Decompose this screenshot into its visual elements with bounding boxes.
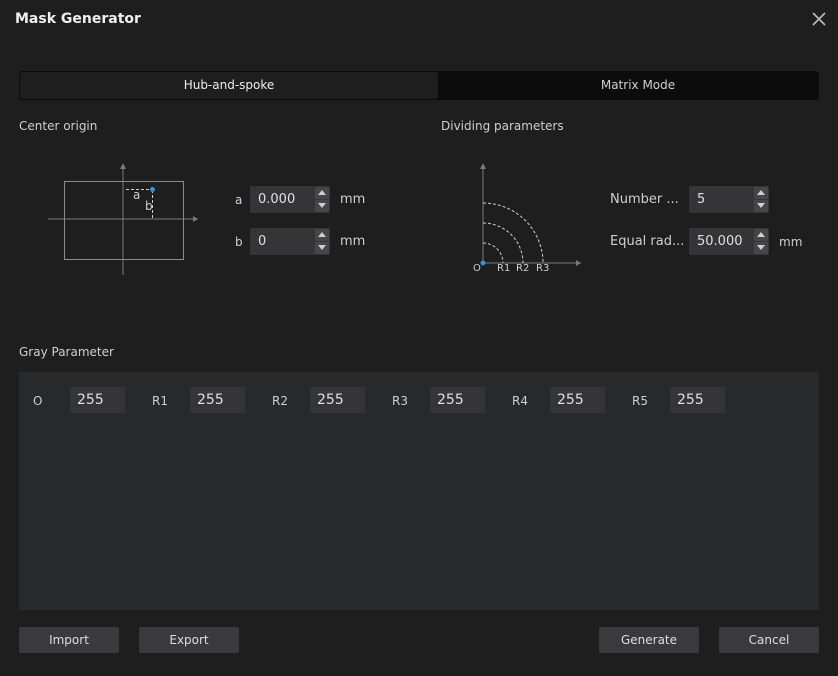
dividing-parameters-label: Dividing parameters [441,119,564,133]
equal-radius-label: Equal rad... [610,234,685,249]
equal-radius-increment-icon[interactable] [754,229,768,241]
number-decrement-icon[interactable] [754,200,768,212]
generate-button[interactable]: Generate [599,627,699,653]
gray-field-o[interactable]: 255 [70,387,125,413]
gray-field-r4[interactable]: 255 [550,387,605,413]
a-spinbox[interactable]: 0.000 [250,186,330,213]
export-button[interactable]: Export [139,627,239,653]
gray-value-r1[interactable]: 255 [197,387,224,413]
gray-value-r2[interactable]: 255 [317,387,344,413]
dividing-diagram: O R1 R2 R3 [470,160,585,278]
tab-hub-and-spoke[interactable]: Hub-and-spoke [20,72,438,99]
gray-label-r3: R3 [392,394,408,408]
center-origin-diagram: a b [48,162,198,275]
number-spinbox[interactable]: 5 [689,186,769,213]
gray-label-r4: R4 [512,394,528,408]
mode-tabs: Hub-and-spoke Matrix Mode [19,71,819,100]
center-origin-label: Center origin [19,119,98,133]
window-title: Mask Generator [15,11,141,27]
a-decrement-icon[interactable] [315,200,329,212]
gray-label-r5: R5 [632,394,648,408]
b-increment-icon[interactable] [315,229,329,241]
diagram-b-label: b [145,199,153,213]
gray-label-r2: R2 [272,394,288,408]
cancel-button[interactable]: Cancel [719,627,819,653]
gray-field-r2[interactable]: 255 [310,387,365,413]
a-unit: mm [340,192,366,207]
gray-field-r1[interactable]: 255 [190,387,245,413]
gray-label-o: O [33,394,43,408]
gray-field-r3[interactable]: 255 [430,387,485,413]
a-value[interactable]: 0.000 [258,186,295,213]
equal-radius-spinbox[interactable]: 50.000 [689,228,769,255]
a-increment-icon[interactable] [315,187,329,199]
equal-radius-unit: mm [779,235,803,249]
number-label: Number ... [610,192,679,207]
gray-value-o[interactable]: 255 [77,387,104,413]
import-button[interactable]: Import [19,627,119,653]
gray-value-r4[interactable]: 255 [557,387,584,413]
diagram-r2-label: R2 [516,263,530,274]
b-value[interactable]: 0 [258,228,266,255]
gray-label-r1: R1 [152,394,168,408]
b-decrement-icon[interactable] [315,242,329,254]
close-icon[interactable] [809,9,829,29]
tab-matrix-mode[interactable]: Matrix Mode [438,71,838,100]
diagram-r3-label: R3 [536,263,550,274]
diagram-o-label: O [473,263,481,274]
b-label: b [235,235,243,249]
diagram-r1-label: R1 [497,263,511,274]
a-label: a [235,193,243,207]
b-spinbox[interactable]: 0 [250,228,330,255]
gray-field-r5[interactable]: 255 [670,387,725,413]
equal-radius-value[interactable]: 50.000 [697,228,743,255]
gray-parameter-label: Gray Parameter [19,345,114,359]
diagram-a-label: a [133,188,141,202]
equal-radius-decrement-icon[interactable] [754,242,768,254]
number-value[interactable]: 5 [697,186,705,213]
number-increment-icon[interactable] [754,187,768,199]
gray-value-r3[interactable]: 255 [437,387,464,413]
gray-value-r5[interactable]: 255 [677,387,704,413]
b-unit: mm [340,234,366,249]
